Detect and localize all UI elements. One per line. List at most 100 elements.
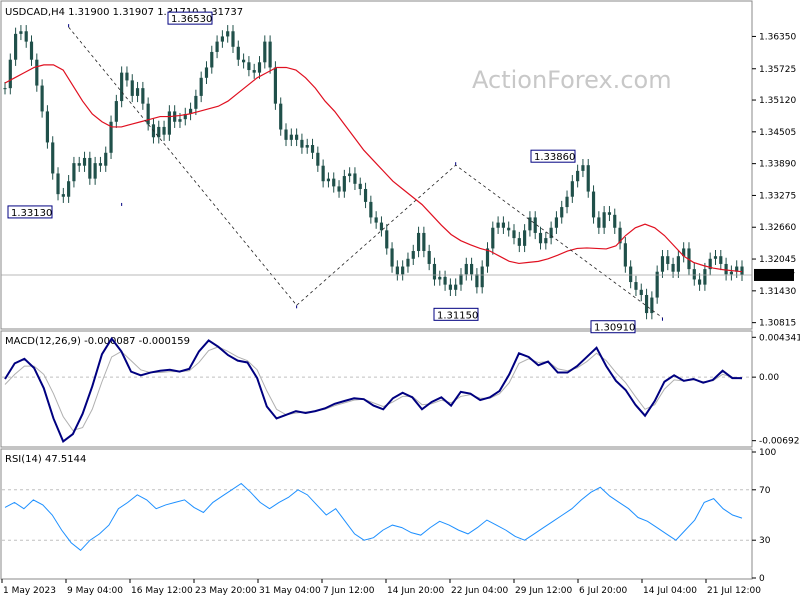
chart-canvas: ActionForex.com USDCAD,H4 1.31900 1.3190… xyxy=(0,0,800,596)
candle-body xyxy=(480,266,484,288)
candle-body xyxy=(363,188,368,202)
price-tick-label: 1.36350 xyxy=(759,32,796,42)
candle-body xyxy=(570,181,574,197)
candle-body xyxy=(305,145,309,148)
candle-body xyxy=(162,126,166,135)
candle-body xyxy=(703,269,707,285)
candle-body xyxy=(8,59,12,89)
candle-body xyxy=(512,230,516,239)
candle-body xyxy=(697,279,702,285)
candle-body xyxy=(120,72,124,102)
candle-body xyxy=(88,157,92,179)
x-tick-label: 9 May 04:00 xyxy=(67,586,123,596)
candle-body xyxy=(210,51,214,68)
price-tick-label: 1.32045 xyxy=(759,255,796,265)
price-tick-label: 1.35120 xyxy=(759,96,796,106)
rsi-tick-label: 70 xyxy=(759,486,771,496)
candle-body xyxy=(560,207,564,218)
candle-body xyxy=(538,232,543,244)
candle-body xyxy=(310,145,315,153)
x-tick-label: 1 May 2023 xyxy=(3,586,56,596)
candle-body xyxy=(342,176,346,192)
candle-body xyxy=(602,212,606,228)
candle-body xyxy=(337,186,341,192)
candle-body xyxy=(300,139,304,148)
candle-body xyxy=(655,271,659,298)
candle-body xyxy=(597,217,601,228)
annotation-layer: 1.36530 1.33130 1.31150 1.33860 1.30910 xyxy=(7,11,663,334)
candle-body xyxy=(141,88,145,104)
candle-body xyxy=(316,152,320,166)
x-tick-label: 23 May 20:00 xyxy=(195,586,257,596)
candle-body xyxy=(496,222,500,228)
price-tick-label: 1.35725 xyxy=(759,65,796,75)
candle-body xyxy=(273,67,278,104)
candle-body xyxy=(591,191,596,218)
candle-body xyxy=(77,163,81,166)
candle-body xyxy=(475,274,479,288)
candle-body xyxy=(719,256,723,264)
candle-body xyxy=(242,59,246,63)
candle-body xyxy=(247,62,251,71)
axis-layer: 1.36350 1.35725 1.35120 1.34505 1.33890 1.332… xyxy=(1,32,800,596)
price-tick-label: 1.32660 xyxy=(759,223,796,233)
candle-body xyxy=(464,263,468,275)
x-tick-label: 7 Jun 12:00 xyxy=(323,586,375,596)
candle-body xyxy=(644,294,649,314)
candle-body xyxy=(729,271,733,275)
candle-body xyxy=(629,266,633,283)
candle-body xyxy=(501,222,505,228)
candle-body xyxy=(220,36,224,42)
candle-body xyxy=(284,129,288,140)
candle-body xyxy=(348,173,352,177)
candle-body xyxy=(427,251,431,264)
candle-body xyxy=(14,33,18,60)
candle-body xyxy=(289,134,293,140)
candle-body xyxy=(401,266,405,275)
macd-panel-frame xyxy=(0,330,753,448)
x-tick-label: 14 Jul 04:00 xyxy=(643,586,697,596)
candle-body xyxy=(422,232,426,252)
candle-body xyxy=(215,41,219,52)
moving-average-layer xyxy=(4,64,743,273)
x-tick-label: 16 May 12:00 xyxy=(131,586,193,596)
rsi-tick-label: 100 xyxy=(759,448,776,458)
candle-body xyxy=(607,212,612,215)
candle-body xyxy=(45,111,50,143)
candle-body xyxy=(740,266,744,275)
rsi-layer xyxy=(4,482,743,551)
macd-signal-line xyxy=(4,346,743,431)
candle-body xyxy=(623,243,627,267)
candle-body xyxy=(724,263,728,275)
price-tick-label: 1.34505 xyxy=(759,128,796,138)
macd-line xyxy=(4,336,742,443)
x-tick-label: 31 May 04:00 xyxy=(259,586,321,596)
candle-body xyxy=(93,163,97,179)
swing-label: 1.30910 xyxy=(594,323,635,334)
candle-body xyxy=(104,152,108,166)
candle-body xyxy=(395,266,399,275)
candle-body xyxy=(130,80,134,96)
candle-body xyxy=(226,31,230,37)
candle-body xyxy=(326,178,331,182)
candle-body xyxy=(406,258,410,267)
candle-body xyxy=(544,238,548,244)
candle-body xyxy=(72,163,76,182)
rsi-tick-label: 0 xyxy=(759,574,765,584)
candle-body xyxy=(114,101,118,122)
candle-body xyxy=(19,31,23,34)
rsi-line xyxy=(4,482,743,551)
macd-layer xyxy=(4,336,743,443)
candle-body xyxy=(56,173,60,195)
price-tick-label: 1.33890 xyxy=(759,160,796,170)
price-tick-label: 1.30815 xyxy=(759,319,796,329)
candle-body xyxy=(416,232,421,252)
candle-body xyxy=(517,238,521,246)
swing-label: 1.31150 xyxy=(437,310,478,321)
swing-label: 1.33130 xyxy=(11,208,52,219)
candle-body xyxy=(178,119,182,122)
candle-body xyxy=(432,263,437,280)
candle-body xyxy=(279,103,283,130)
candle-body xyxy=(263,41,267,63)
candle-body xyxy=(390,248,394,267)
